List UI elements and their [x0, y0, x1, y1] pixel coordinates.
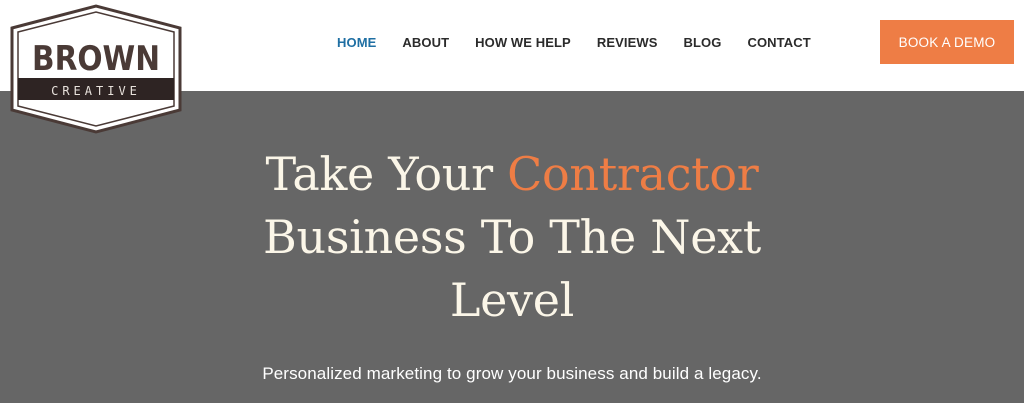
hero-title: Take Your Contractor Business To The Nex…	[0, 143, 1024, 332]
nav-item-how-we-help[interactable]: HOW WE HELP	[475, 35, 571, 50]
main-nav: HOME ABOUT HOW WE HELP REVIEWS BLOG CONT…	[337, 0, 811, 84]
logo-creative-text: CREATIVE	[51, 84, 141, 98]
hero-title-accent: Contractor	[507, 147, 759, 201]
nav-item-home[interactable]: HOME	[337, 35, 376, 50]
nav-item-about[interactable]: ABOUT	[402, 35, 449, 50]
page: HOME ABOUT HOW WE HELP REVIEWS BLOG CONT…	[0, 0, 1024, 403]
hero-section: Take Your Contractor Business To The Nex…	[0, 91, 1024, 403]
hero-title-part3: Level	[449, 273, 575, 327]
nav-item-reviews[interactable]: REVIEWS	[597, 35, 658, 50]
hero-subtitle: Personalized marketing to grow your busi…	[262, 364, 762, 383]
brown-creative-logo[interactable]: BROWN CREATIVE	[8, 4, 184, 134]
hero-title-part1: Take Your	[265, 147, 508, 201]
logo-graphic: BROWN CREATIVE	[10, 4, 182, 134]
nav-item-contact[interactable]: CONTACT	[747, 35, 810, 50]
book-a-demo-button[interactable]: BOOK A DEMO	[880, 20, 1014, 64]
nav-item-blog[interactable]: BLOG	[684, 35, 722, 50]
logo-brown-text: BROWN	[32, 39, 160, 79]
hero-title-part2: Business To The Next	[263, 210, 761, 264]
